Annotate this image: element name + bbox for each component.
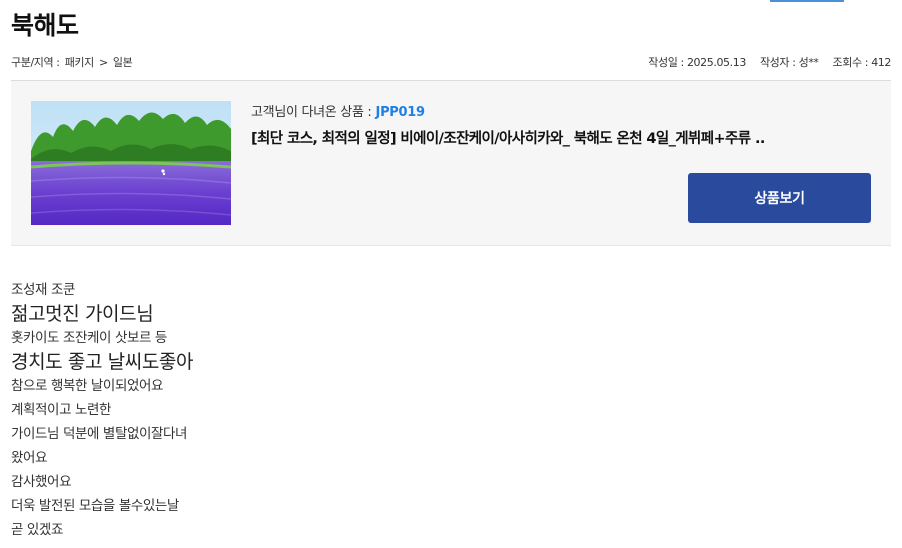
review-line: 곧 있겠죠 [11, 522, 63, 538]
review-line: 더욱 발전된 모습을 볼수있는날 [11, 498, 179, 514]
lavender-field-image [31, 101, 231, 225]
review-line: 감사했어요 [11, 474, 72, 490]
product-name-link[interactable]: [최단 코스, 최적의 일정] 비에이/조잔케이/아사히카와_ 북해도 온천 4… [251, 127, 831, 148]
review-line: 가이드님 덕분에 별탈없이잘다녀 [11, 426, 188, 442]
post-author: 작성자 : 성** [759, 56, 819, 69]
view-product-button[interactable]: 상품보기 [688, 173, 871, 223]
review-line: 젊고멋진 가이드님 [11, 303, 154, 325]
page-title: 북해도 [11, 11, 79, 40]
product-code-link[interactable]: JPP019 [376, 105, 426, 120]
post-views: 조회수 : 412 [832, 56, 892, 69]
meta-row: 구분/지역 : 패키지 > 일본 작성일 : 2025.05.13 작성자 : … [11, 54, 891, 70]
review-line: 홋카이도 조잔케이 삿보르 등 [11, 330, 167, 346]
product-card: 고객님이 다녀온 상품 : JPP019 [최단 코스, 최적의 일정] 비에이/… [11, 81, 891, 246]
visited-label: 고객님이 다녀온 상품 : [251, 105, 372, 120]
review-content: 조성재 조쿤 젊고멋진 가이드님 홋카이도 조잔케이 삿보르 등 경치도 좋고 … [11, 278, 193, 542]
review-line: 왔어요 [11, 450, 48, 466]
review-line: 참으로 행복한 날이되었어요 [11, 378, 164, 394]
post-meta: 작성일 : 2025.05.13 작성자 : 성** 조회수 : 412 [648, 54, 891, 70]
review-line: 경치도 좋고 날씨도좋아 [11, 351, 194, 373]
post-date: 작성일 : 2025.05.13 [648, 56, 746, 69]
review-line: 조성재 조쿤 [11, 282, 75, 298]
product-thumbnail[interactable] [31, 101, 231, 225]
breadcrumb: 구분/지역 : 패키지 > 일본 [11, 54, 134, 70]
breadcrumb-separator: > [98, 56, 108, 69]
visited-product-line: 고객님이 다녀온 상품 : JPP019 [251, 101, 425, 120]
review-line: 계획적이고 노련한 [11, 402, 112, 418]
breadcrumb-item-package[interactable]: 패키지 [65, 56, 95, 69]
breadcrumb-item-japan[interactable]: 일본 [113, 56, 133, 69]
top-accent-bar [770, 0, 844, 2]
breadcrumb-label: 구분/지역 : [11, 56, 60, 69]
